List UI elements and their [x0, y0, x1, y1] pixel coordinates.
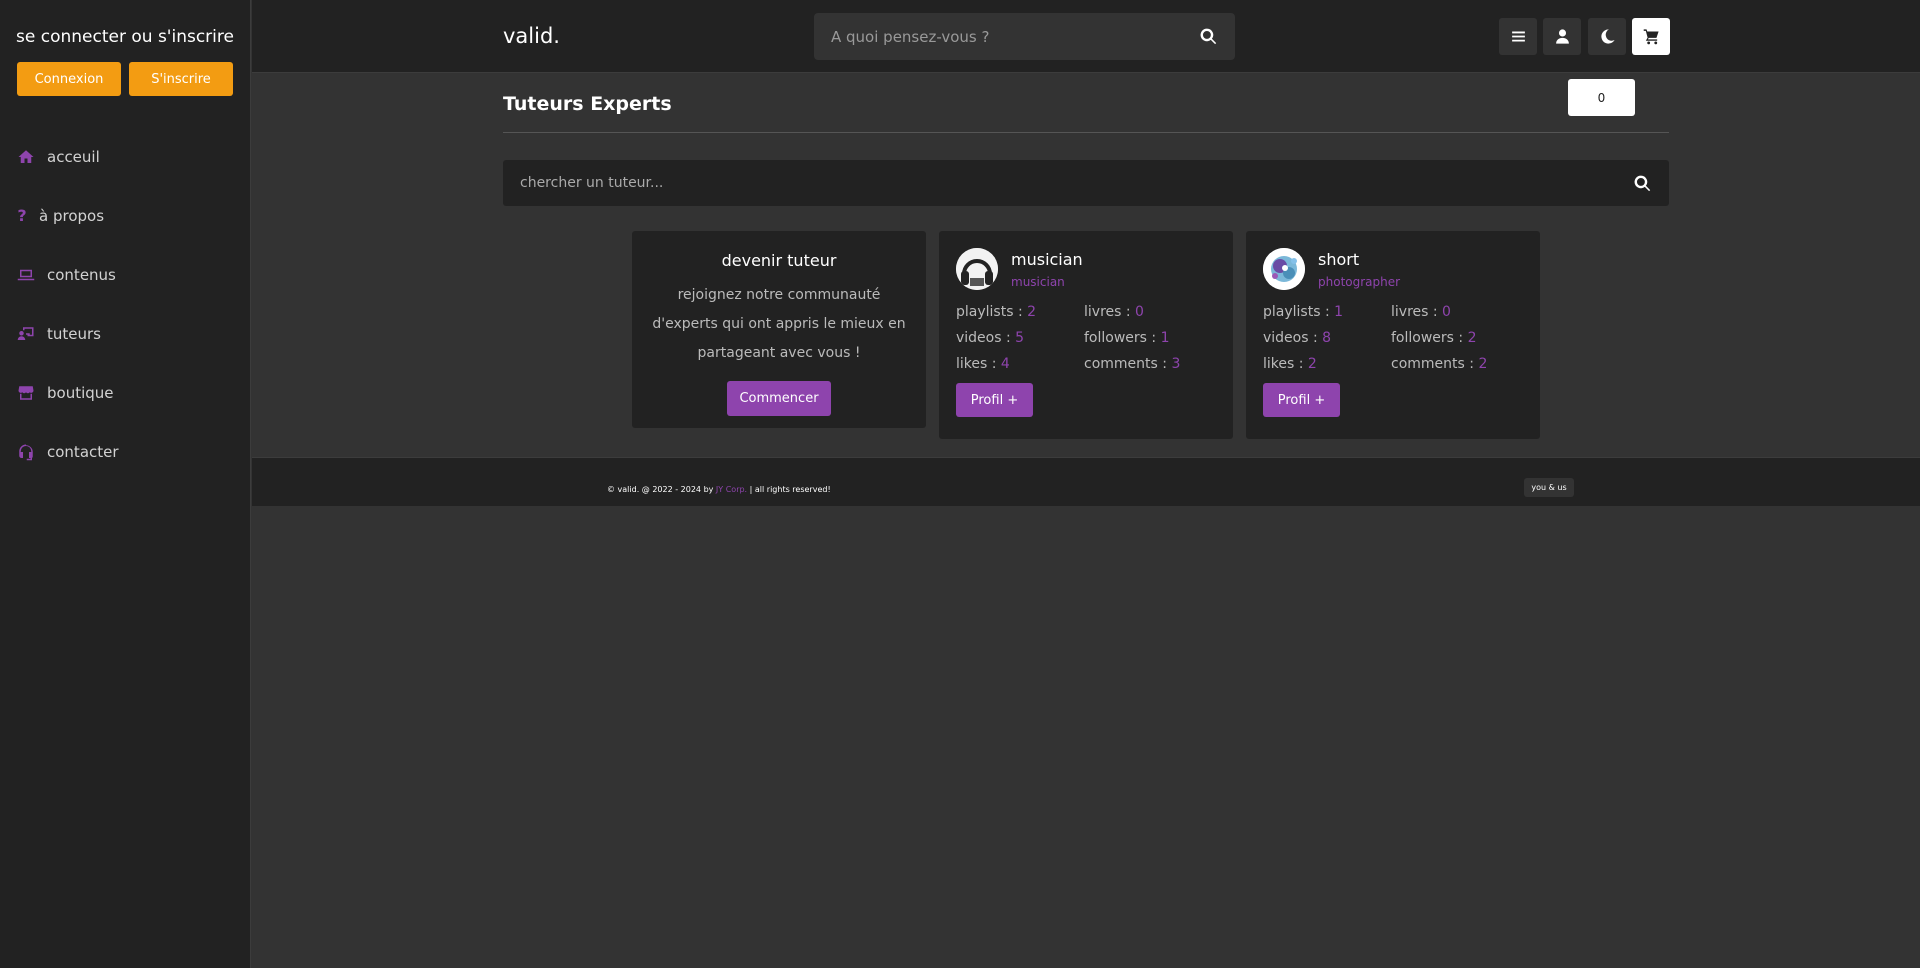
stat-value: 1: [1160, 330, 1170, 346]
question-icon: ?: [17, 206, 27, 225]
logo[interactable]: valid.: [503, 24, 560, 48]
sidebar-item-contacter[interactable]: contacter: [0, 422, 250, 481]
tutor-search-input[interactable]: chercher un tuteur...: [503, 160, 1669, 206]
copyright-prefix: © valid. @ 2022 - 2024 by: [607, 485, 716, 494]
footer: © valid. @ 2022 - 2024 by JY Corp. | all…: [252, 457, 1920, 506]
tutor-role: photographer: [1318, 274, 1401, 289]
sidebar-item-contenus[interactable]: contenus: [0, 245, 250, 304]
stat-livres: livres : 0: [1391, 304, 1451, 320]
teacher-icon: [17, 325, 35, 343]
headphones-avatar-icon: [956, 248, 998, 290]
stat-value: 2: [1478, 356, 1488, 372]
auth-buttons: Connexion S'inscrire: [0, 62, 250, 96]
sidebar: se connecter ou s'inscrire Connexion S'i…: [0, 0, 251, 968]
tutor-search-placeholder: chercher un tuteur...: [520, 175, 664, 191]
stat-comments: comments : 2: [1391, 356, 1488, 372]
home-icon: [17, 148, 35, 166]
you-us-button[interactable]: you & us: [1524, 478, 1574, 497]
sidebar-title: se connecter ou s'inscrire: [16, 27, 234, 47]
copyright-suffix: | all rights reserved!: [747, 485, 831, 494]
top-header: valid. A quoi pensez-vous ?: [252, 0, 1920, 73]
user-icon: [1555, 29, 1569, 44]
splash-avatar-icon: [1263, 248, 1305, 290]
stat-followers: followers : 2: [1391, 330, 1477, 346]
avatar[interactable]: [1263, 248, 1305, 290]
stat-videos: videos : 5: [956, 330, 1025, 346]
copyright: © valid. @ 2022 - 2024 by JY Corp. | all…: [607, 485, 831, 494]
cart-icon: [1643, 29, 1659, 45]
sidebar-item-label: boutique: [47, 383, 114, 402]
moon-icon: [1600, 29, 1615, 44]
tutor-stats: playlists : 2 livres : 0 videos : 5 foll…: [956, 304, 1216, 372]
sidebar-item-label: contenus: [47, 265, 116, 284]
tutor-name[interactable]: musician: [1011, 250, 1083, 269]
stat-likes: likes : 2: [1263, 356, 1317, 372]
stat-likes: likes : 4: [956, 356, 1010, 372]
search-icon[interactable]: [1633, 174, 1652, 193]
stat-followers: followers : 1: [1084, 330, 1170, 346]
stat-value: 2: [1027, 304, 1037, 320]
corp-link[interactable]: JY Corp.: [716, 485, 747, 494]
stat-playlists: playlists : 1: [1263, 304, 1344, 320]
sidebar-item-label: tuteurs: [47, 324, 101, 343]
tutor-stats: playlists : 1 livres : 0 videos : 8 foll…: [1263, 304, 1523, 372]
search-placeholder: A quoi pensez-vous ?: [831, 27, 990, 46]
global-search-input[interactable]: A quoi pensez-vous ?: [814, 13, 1235, 60]
stat-playlists: playlists : 2: [956, 304, 1037, 320]
sidebar-item-a-propos[interactable]: ? à propos: [0, 186, 250, 245]
menu-button[interactable]: [1499, 18, 1537, 55]
start-button[interactable]: Commencer: [727, 381, 831, 416]
stat-value: 2: [1467, 330, 1477, 346]
tutor-info: short photographer: [1318, 250, 1400, 289]
stat-value: 3: [1171, 356, 1181, 372]
sidebar-nav: acceuil ? à propos contenus tuteurs bout…: [0, 127, 250, 481]
tutor-header: musician musician: [956, 248, 1216, 290]
sidebar-item-tuteurs[interactable]: tuteurs: [0, 304, 250, 363]
cart-button[interactable]: [1632, 18, 1670, 55]
sidebar-item-label: contacter: [47, 442, 119, 461]
store-icon: [17, 384, 35, 402]
user-button[interactable]: [1543, 18, 1581, 55]
sidebar-item-label: acceuil: [47, 147, 100, 166]
tutor-info: musician musician: [1011, 250, 1083, 289]
tutor-header: short photographer: [1263, 248, 1523, 290]
sidebar-item-boutique[interactable]: boutique: [0, 363, 250, 422]
menu-icon: [1511, 31, 1525, 42]
login-button[interactable]: Connexion: [17, 62, 121, 96]
stat-videos: videos : 8: [1263, 330, 1332, 346]
become-tutor-card: devenir tuteur rejoignez notre communaut…: [632, 231, 926, 428]
cart-count-popup: 0: [1568, 79, 1635, 116]
stat-value: 2: [1307, 356, 1317, 372]
stat-livres: livres : 0: [1084, 304, 1144, 320]
become-tutor-title: devenir tuteur: [721, 251, 837, 270]
stat-comments: comments : 3: [1084, 356, 1181, 372]
headset-icon: [17, 443, 35, 461]
tutor-card: short photographer playlists : 1 livres …: [1246, 231, 1540, 439]
stat-value: 5: [1015, 330, 1025, 346]
stat-value: 0: [1442, 304, 1451, 320]
theme-toggle-button[interactable]: [1588, 18, 1626, 55]
tutor-name[interactable]: short: [1318, 250, 1400, 269]
stat-value: 4: [1000, 356, 1010, 372]
become-tutor-description: rejoignez notre communauté d'experts qui…: [652, 287, 906, 361]
tutor-role: musician: [1011, 274, 1065, 289]
profile-button[interactable]: Profil +: [956, 383, 1033, 417]
page-title: Tuteurs Experts: [503, 93, 672, 115]
tutor-card: musician musician playlists : 2 livres :…: [939, 231, 1233, 439]
profile-button[interactable]: Profil +: [1263, 383, 1340, 417]
laptop-icon: [17, 266, 35, 284]
sidebar-item-acceuil[interactable]: acceuil: [0, 127, 250, 186]
sidebar-item-label: à propos: [39, 206, 105, 225]
stat-value: 0: [1135, 304, 1144, 320]
stat-value: 8: [1322, 330, 1332, 346]
avatar[interactable]: [956, 248, 998, 290]
register-button[interactable]: S'inscrire: [129, 62, 233, 96]
search-icon[interactable]: [1199, 27, 1218, 46]
stat-value: 1: [1334, 304, 1344, 320]
title-divider: [503, 132, 1669, 133]
